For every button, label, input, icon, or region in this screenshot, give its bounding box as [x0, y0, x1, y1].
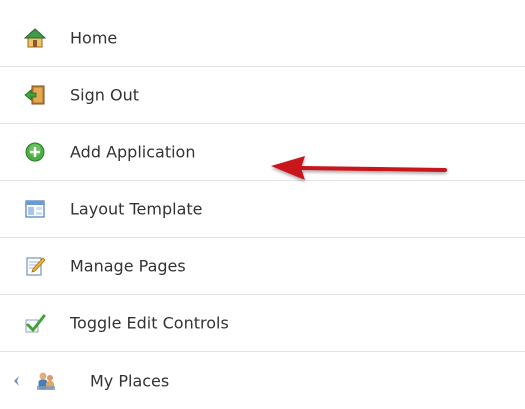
sign-out-icon	[24, 84, 46, 106]
menu-item-label: Add Application	[70, 142, 196, 162]
menu-item-label: Home	[70, 28, 118, 48]
menu-item-label: Layout Template	[70, 199, 203, 219]
menu-item-label: Sign Out	[70, 85, 139, 105]
navigation-menu: Home Sign Out Add Application Layout Tem…	[0, 10, 525, 409]
menu-item-manage-pages[interactable]: Manage Pages	[0, 238, 525, 295]
menu-item-toggle-edit-controls[interactable]: Toggle Edit Controls	[0, 295, 525, 352]
home-icon	[24, 27, 46, 49]
layout-icon	[24, 198, 46, 220]
menu-item-label: My Places	[90, 371, 170, 390]
menu-item-home[interactable]: Home	[0, 10, 525, 67]
chevron-left-icon[interactable]	[12, 375, 20, 387]
checkmark-icon	[24, 312, 46, 334]
menu-item-sign-out[interactable]: Sign Out	[0, 67, 525, 124]
places-icon	[35, 370, 57, 392]
add-icon	[24, 141, 46, 163]
menu-item-label: Manage Pages	[70, 256, 186, 276]
menu-item-add-application[interactable]: Add Application	[0, 124, 525, 181]
edit-pages-icon	[24, 255, 46, 277]
menu-item-label: Toggle Edit Controls	[70, 313, 229, 333]
menu-item-layout-template[interactable]: Layout Template	[0, 181, 525, 238]
menu-item-my-places[interactable]: My Places	[0, 352, 525, 409]
